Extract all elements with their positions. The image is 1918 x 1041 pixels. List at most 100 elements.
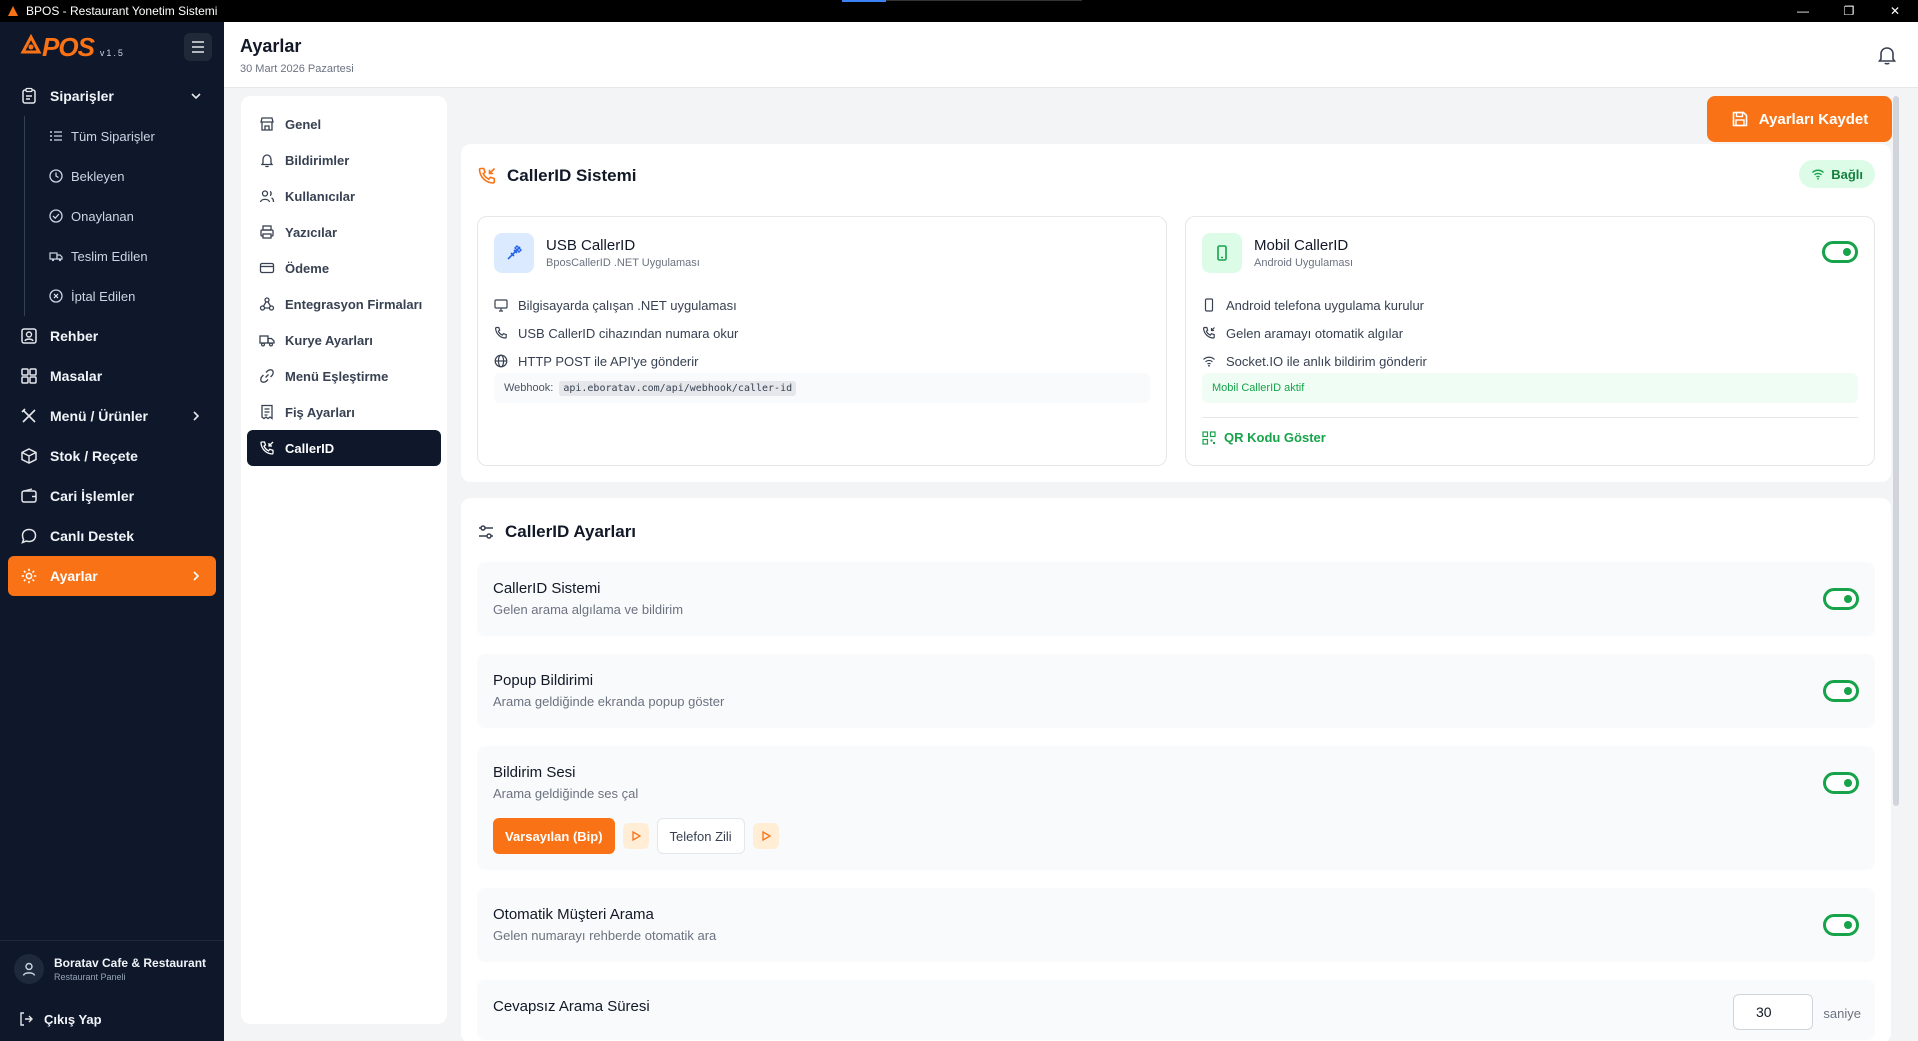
subitem-onaylanan[interactable]: Onaylanan <box>25 196 224 236</box>
brand-logo[interactable]: POS v1.5 <box>20 32 125 63</box>
feature-item: Bilgisayarda çalışan .NET uygulaması <box>494 291 738 319</box>
subitem-teslim-edilen[interactable]: Teslim Edilen <box>25 236 224 276</box>
sidebar-nav: Siparişler Tüm Siparişler Bekleyen Onayl… <box>0 72 224 596</box>
list-icon <box>50 131 62 141</box>
sidebar-item-rehber[interactable]: Rehber <box>8 316 216 356</box>
clipboard-icon <box>20 87 38 105</box>
settings-nav-label: Kullanıcılar <box>285 188 356 204</box>
play-ring-sound-button[interactable] <box>752 823 779 849</box>
truck-icon <box>49 252 63 262</box>
network-icon <box>259 297 275 311</box>
feature-item: Android telefona uygulama kurulur <box>1202 291 1427 319</box>
card-title-text: CallerID Sistemi <box>507 166 637 185</box>
setting-row-missed-call-timeout: Cevapsız Arama Süresi 30 saniye <box>477 980 1875 1040</box>
show-qr-button[interactable]: QR Kodu Göster <box>1202 417 1858 445</box>
sidebar-item-label: Rehber <box>50 328 99 344</box>
sound-option-phone-ring[interactable]: Telefon Zili <box>656 818 745 854</box>
hamburger-icon <box>192 41 204 53</box>
sound-toggle[interactable] <box>1823 772 1859 794</box>
phone-incoming-icon <box>478 167 496 184</box>
profile-card[interactable]: Boratav Cafe & Restaurant Restaurant Pan… <box>0 941 224 997</box>
close-icon[interactable]: ✕ <box>1872 0 1918 22</box>
gear-icon <box>20 567 38 585</box>
sidebar-item-menu-urunler[interactable]: Menü / Ürünler <box>8 396 216 436</box>
callerid-system-toggle[interactable] <box>1823 588 1859 610</box>
play-default-sound-button[interactable] <box>622 823 649 849</box>
sound-option-default[interactable]: Varsayılan (Bip) <box>493 818 615 854</box>
x-circle-icon <box>49 289 63 303</box>
sidebar-item-label: Canlı Destek <box>50 528 135 544</box>
store-icon <box>260 117 274 131</box>
settings-nav-menu-eslestirme[interactable]: Menü Eşleştirme <box>247 358 441 394</box>
sidebar-item-canli-destek[interactable]: Canlı Destek <box>8 516 216 556</box>
sidebar-item-cari-islemler[interactable]: Cari İşlemler <box>8 476 216 516</box>
setting-row-auto-lookup: Otomatik Müşteri Arama Gelen numarayı re… <box>477 888 1875 962</box>
connection-status-badge: Bağlı <box>1799 160 1875 188</box>
settings-nav-label: Yazıcılar <box>285 224 338 240</box>
restore-icon[interactable]: ❐ <box>1826 0 1872 22</box>
feature-text: Gelen aramayı otomatik algılar <box>1226 325 1404 341</box>
sidebar-item-siparisler[interactable]: Siparişler <box>8 76 216 116</box>
phone-incoming-icon <box>260 441 274 455</box>
settings-nav-bildirimler[interactable]: Bildirimler <box>247 142 441 178</box>
missed-call-timeout-input[interactable]: 30 <box>1733 994 1813 1030</box>
wifi-icon <box>1812 169 1825 180</box>
window-controls: — ❐ ✕ <box>1780 0 1918 22</box>
user-icon <box>22 962 36 976</box>
bell-icon[interactable] <box>1876 44 1898 66</box>
settings-nav-label: Genel <box>285 116 322 132</box>
page-header: Ayarlar 30 Mart 2026 Pazartesi <box>224 22 1918 88</box>
feature-text: HTTP POST ile API'ye gönderir <box>518 353 699 369</box>
setting-title: Bildirim Sesi <box>493 764 576 781</box>
logo-version: v1.5 <box>99 47 125 58</box>
logout-label: Çıkış Yap <box>44 1011 102 1027</box>
subitem-bekleyen[interactable]: Bekleyen <box>25 156 224 196</box>
taskbar-line <box>886 0 1082 1</box>
chevron-right-icon <box>193 411 200 421</box>
feature-item: USB CallerID cihazından numara okur <box>494 319 738 347</box>
setting-title: Popup Bildirimi <box>493 672 594 689</box>
usb-feature-list: Bilgisayarda çalışan .NET uygulaması USB… <box>494 291 738 375</box>
wifi-icon <box>1203 356 1215 367</box>
page-title: Ayarlar <box>240 36 302 56</box>
auto-lookup-toggle[interactable] <box>1823 914 1859 936</box>
logout-button[interactable]: Çıkış Yap <box>0 997 224 1041</box>
sidebar-item-label: Siparişler <box>50 88 114 104</box>
mobile-callerid-card: Mobil CallerID Android Uygulaması Androi… <box>1185 216 1875 466</box>
settings-nav-label: Fiş Ayarları <box>285 404 355 420</box>
popup-toggle[interactable] <box>1823 680 1859 702</box>
sidebar-item-masalar[interactable]: Masalar <box>8 356 216 396</box>
settings-nav-label: Ödeme <box>285 260 330 276</box>
smartphone-icon <box>1202 233 1242 273</box>
settings-nav-callerid[interactable]: CallerID <box>247 430 441 466</box>
save-button-label: Ayarları Kaydet <box>1758 110 1869 128</box>
wallet-icon <box>20 487 38 505</box>
subitem-tum-siparisler[interactable]: Tüm Siparişler <box>25 116 224 156</box>
settings-nav-kurye[interactable]: Kurye Ayarları <box>247 322 441 358</box>
box-icon <box>20 447 38 465</box>
subitem-iptal-edilen[interactable]: İptal Edilen <box>25 276 224 316</box>
sidebar-item-stok-recete[interactable]: Stok / Reçete <box>8 436 216 476</box>
save-settings-button[interactable]: Ayarları Kaydet <box>1707 96 1892 142</box>
webhook-url[interactable]: api.eboratav.com/api/webhook/caller-id <box>559 380 797 396</box>
settings-nav-entegrasyon[interactable]: Entegrasyon Firmaları <box>247 286 441 322</box>
setting-title: Otomatik Müşteri Arama <box>493 906 654 923</box>
mobile-status-banner: Mobil CallerID aktif <box>1202 373 1858 403</box>
content-scrollbar[interactable] <box>1893 96 1899 806</box>
play-icon <box>631 830 641 842</box>
profile-name: Boratav Cafe & Restaurant <box>54 956 207 970</box>
settings-nav-odeme[interactable]: Ödeme <box>247 250 441 286</box>
sidebar-item-ayarlar[interactable]: Ayarlar <box>8 556 216 596</box>
minimize-icon[interactable]: — <box>1780 0 1826 22</box>
settings-nav-kullanicilar[interactable]: Kullanıcılar <box>247 178 441 214</box>
sidebar-footer: Boratav Cafe & Restaurant Restaurant Pan… <box>0 940 224 1041</box>
settings-nav-label: Kurye Ayarları <box>285 332 373 348</box>
settings-nav-genel[interactable]: Genel <box>247 106 441 142</box>
mobile-callerid-toggle[interactable] <box>1822 241 1858 263</box>
play-icon <box>762 830 771 842</box>
settings-nav-yazicilar[interactable]: Yazıcılar <box>247 214 441 250</box>
settings-nav-fis-ayarlari[interactable]: Fiş Ayarları <box>247 394 441 430</box>
feature-text: Socket.IO ile anlık bildirim gönderir <box>1226 353 1427 369</box>
sidebar-toggle-button[interactable] <box>184 33 212 61</box>
webhook-info: Webhook: api.eboratav.com/api/webhook/ca… <box>494 373 1150 403</box>
